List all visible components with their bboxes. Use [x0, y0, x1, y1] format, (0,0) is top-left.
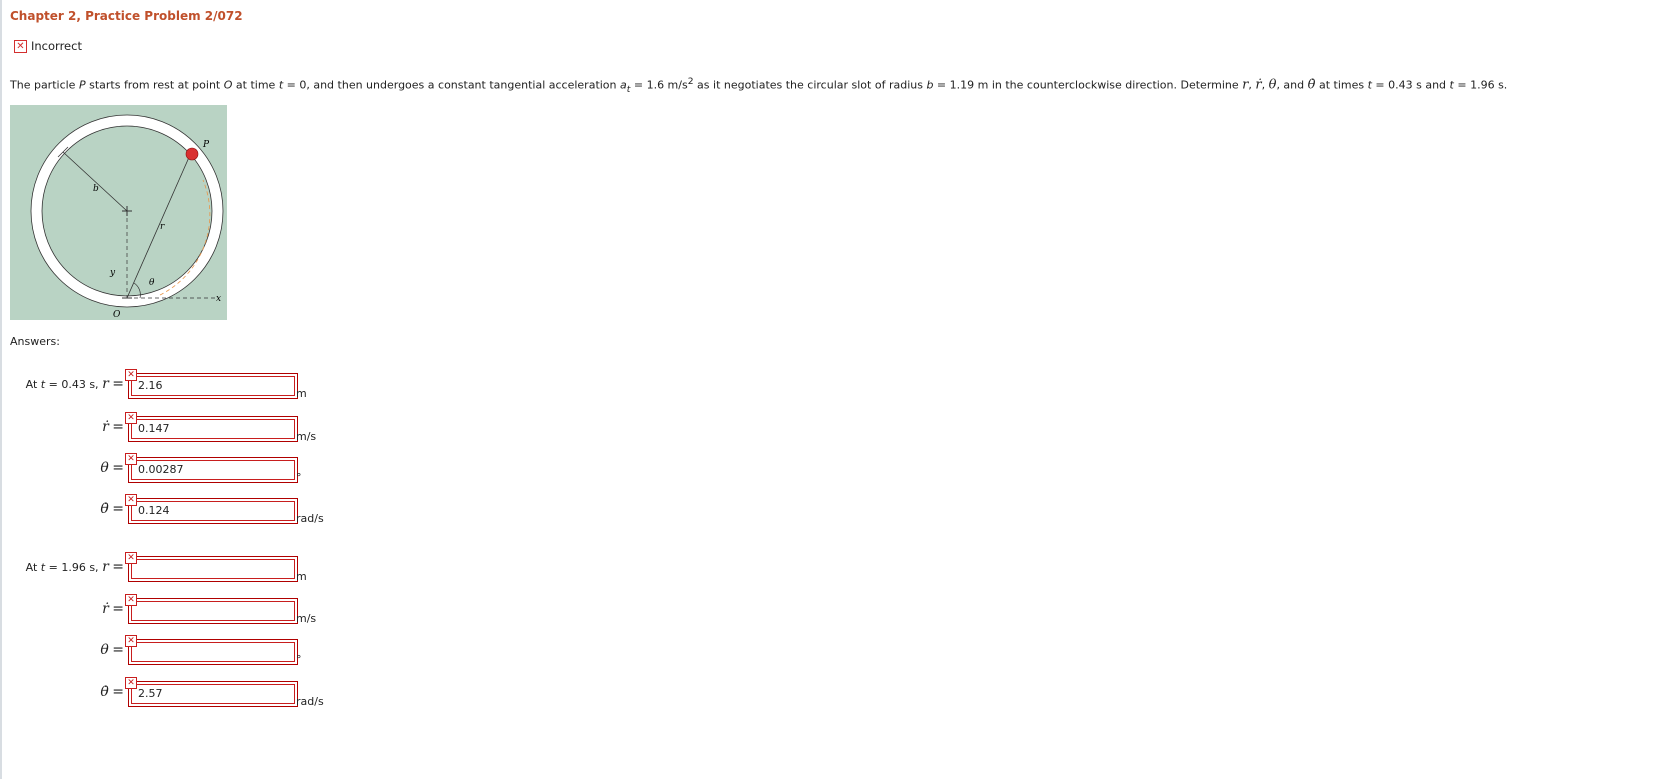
answer-label: θ̇ = — [100, 684, 124, 700]
unit-label: m — [296, 387, 307, 400]
x-icon: ✕ — [125, 635, 137, 647]
answer-input[interactable]: 2.16 — [128, 373, 298, 399]
x-icon: ✕ — [125, 594, 137, 606]
figure-label-p: P — [202, 140, 210, 150]
figure-label-x: x — [216, 294, 221, 304]
answer-input[interactable]: 0.00287 — [128, 457, 298, 483]
answer-label: θ = — [100, 642, 124, 658]
figure-label-y: y — [109, 268, 116, 278]
answer-input[interactable] — [128, 598, 298, 624]
variable-symbol: ṙ — [102, 601, 109, 617]
variable-symbol: θ̇ — [100, 684, 109, 700]
problem-statement: The particle P starts from rest at point… — [10, 76, 1508, 95]
answer-input[interactable] — [128, 639, 298, 665]
x-icon: ✕ — [125, 369, 137, 381]
figure-label-r: r — [160, 222, 165, 232]
unit-label: ° — [296, 653, 302, 666]
unit-label: rad/s — [296, 695, 324, 708]
figure-label-b: b — [93, 184, 99, 194]
variable-symbol: r — [102, 559, 109, 575]
status-label: Incorrect — [31, 39, 82, 53]
unit-label: m/s — [296, 430, 317, 443]
answer-input[interactable]: 2.57 — [128, 681, 298, 707]
problem-figure: P b r y θ x O — [10, 105, 227, 320]
unit-label: ° — [296, 471, 302, 484]
answer-label: At t = 1.96 s, r = — [25, 559, 124, 575]
unit-label: m/s — [296, 612, 317, 625]
x-icon: ✕ — [125, 494, 137, 506]
answers-label: Answers: — [10, 335, 60, 348]
variable-symbol: θ — [100, 642, 109, 658]
answer-input[interactable]: 0.124 — [128, 498, 298, 524]
status-badge: ✕ Incorrect — [14, 39, 82, 53]
answer-label: At t = 0.43 s, r = — [25, 376, 124, 392]
x-icon: ✕ — [125, 412, 137, 424]
answer-input[interactable] — [128, 556, 298, 582]
x-icon: ✕ — [125, 677, 137, 689]
answer-label: ṙ = — [102, 601, 124, 617]
answer-label: ṙ = — [102, 419, 124, 435]
answer-label: θ = — [100, 460, 124, 476]
variable-symbol: ṙ — [102, 419, 109, 435]
x-icon: ✕ — [125, 552, 137, 564]
unit-label: rad/s — [296, 512, 324, 525]
figure-label-o: O — [113, 310, 121, 320]
x-icon: ✕ — [14, 39, 27, 53]
answer-label: θ̇ = — [100, 501, 124, 517]
variable-symbol: θ — [100, 460, 109, 476]
unit-label: m — [296, 570, 307, 583]
answer-input[interactable]: 0.147 — [128, 416, 298, 442]
page-title: Chapter 2, Practice Problem 2/072 — [10, 9, 243, 23]
variable-symbol: θ̇ — [100, 501, 109, 517]
figure-label-theta: θ — [149, 278, 155, 288]
x-icon: ✕ — [125, 453, 137, 465]
variable-symbol: r — [102, 376, 109, 392]
